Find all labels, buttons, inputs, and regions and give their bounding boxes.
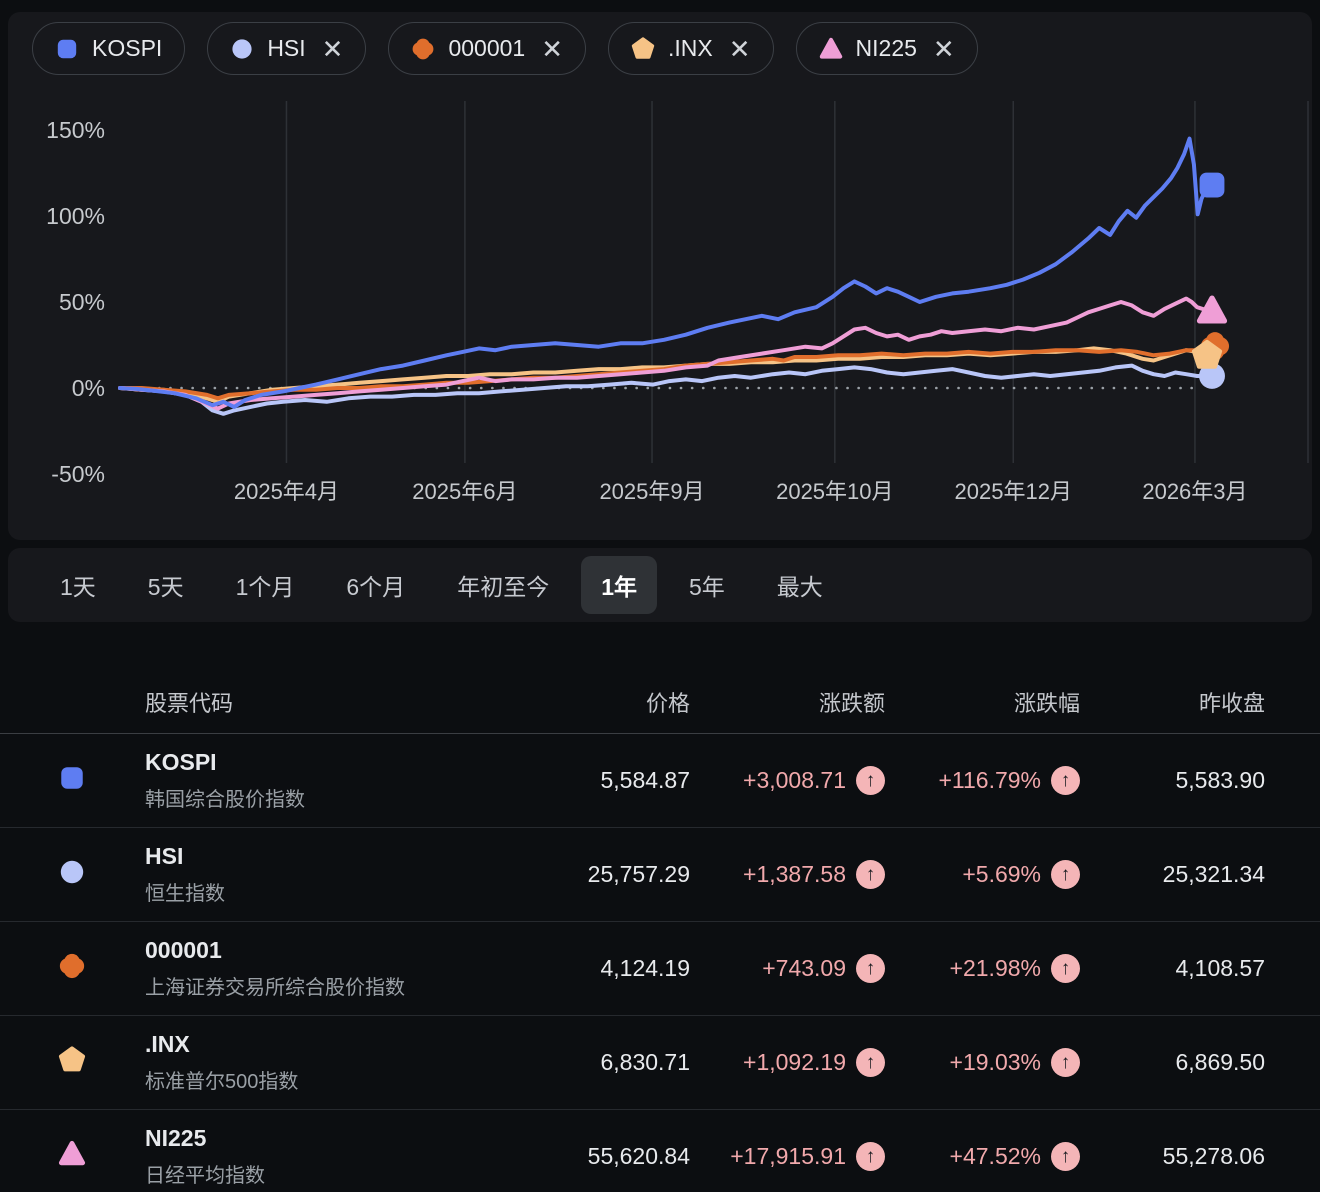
svg-text:2025年9月: 2025年9月 bbox=[599, 479, 704, 504]
header-price: 价格 bbox=[490, 686, 690, 718]
svg-text:150%: 150% bbox=[46, 117, 105, 143]
symbol: NI225 bbox=[145, 1125, 490, 1152]
range-tab-max[interactable]: 最大 bbox=[757, 556, 843, 614]
chip-ni225[interactable]: NI225 ✕ bbox=[796, 22, 978, 75]
change-cell: +1,092.19↑ bbox=[690, 1048, 885, 1077]
change-pct-cell: +47.52%↑ bbox=[885, 1142, 1080, 1171]
index-name: 恒生指数 bbox=[145, 877, 490, 906]
change-cell: +743.09↑ bbox=[690, 954, 885, 983]
table-row-hsi[interactable]: HSI 恒生指数 25,757.29 +1,387.58↑ +5.69%↑ 25,… bbox=[0, 828, 1320, 922]
symbol: .INX bbox=[145, 1031, 490, 1058]
change-cell: +17,915.91↑ bbox=[690, 1142, 885, 1171]
chip-000001[interactable]: 000001 ✕ bbox=[388, 22, 586, 75]
svg-text:50%: 50% bbox=[59, 289, 105, 315]
svg-text:2025年10月: 2025年10月 bbox=[776, 479, 893, 504]
range-tab-1d[interactable]: 1天 bbox=[40, 556, 116, 614]
chip-kospi[interactable]: KOSPI bbox=[32, 22, 185, 75]
remove-ni225-icon[interactable]: ✕ bbox=[933, 36, 955, 62]
up-arrow-icon: ↑ bbox=[1051, 1048, 1080, 1077]
price-cell: 55,620.84 bbox=[490, 1143, 690, 1170]
ni225-series-icon bbox=[58, 1140, 86, 1168]
remove-inx-icon[interactable]: ✕ bbox=[729, 36, 751, 62]
chip-hsi[interactable]: HSI ✕ bbox=[207, 22, 366, 75]
prev-close-cell: 55,278.06 bbox=[1080, 1143, 1265, 1170]
up-arrow-icon: ↑ bbox=[856, 954, 885, 983]
up-arrow-icon: ↑ bbox=[856, 766, 885, 795]
svg-text:100%: 100% bbox=[46, 203, 105, 229]
indices-table: 股票代码 价格 涨跌额 涨跌幅 昨收盘 KOSPI 韩国综合股价指数 5,584.… bbox=[0, 670, 1320, 1192]
price-cell: 6,830.71 bbox=[490, 1049, 690, 1076]
symbol: HSI bbox=[145, 843, 490, 870]
range-tab-5d[interactable]: 5天 bbox=[128, 556, 204, 614]
table-row-inx[interactable]: .INX 标准普尔500指数 6,830.71 +1,092.19↑ +19.03… bbox=[0, 1016, 1320, 1110]
kospi-series-icon bbox=[58, 764, 86, 792]
range-tab-1m[interactable]: 1个月 bbox=[216, 556, 315, 614]
change-cell: +3,008.71↑ bbox=[690, 766, 885, 795]
change-pct-cell: +116.79%↑ bbox=[885, 766, 1080, 795]
svg-text:2025年12月: 2025年12月 bbox=[955, 479, 1072, 504]
000001-series-icon bbox=[58, 952, 86, 980]
prev-close-cell: 6,869.50 bbox=[1080, 1049, 1265, 1076]
change-pct-cell: +19.03%↑ bbox=[885, 1048, 1080, 1077]
index-name: 标准普尔500指数 bbox=[145, 1065, 490, 1094]
remove-000001-icon[interactable]: ✕ bbox=[541, 36, 563, 62]
index-name: 日经平均指数 bbox=[145, 1159, 490, 1188]
change-cell: +1,387.58↑ bbox=[690, 860, 885, 889]
000001-series-icon bbox=[411, 37, 435, 61]
symbol: KOSPI bbox=[145, 749, 490, 776]
chip-label: .INX bbox=[668, 35, 713, 62]
hsi-series-icon bbox=[230, 37, 254, 61]
change-pct-cell: +5.69%↑ bbox=[885, 860, 1080, 889]
change-pct-cell: +21.98%↑ bbox=[885, 954, 1080, 983]
comparison-line-chart[interactable]: 2025年4月 2025年6月 2025年9月 2025年10月 2025年12月 202… bbox=[8, 95, 1312, 540]
table-row-kospi[interactable]: KOSPI 韩国综合股价指数 5,584.87 +3,008.71↑ +116.7… bbox=[0, 734, 1320, 828]
up-arrow-icon: ↑ bbox=[856, 860, 885, 889]
inx-series-icon bbox=[58, 1046, 86, 1074]
up-arrow-icon: ↑ bbox=[856, 1142, 885, 1171]
prev-close-cell: 25,321.34 bbox=[1080, 861, 1265, 888]
up-arrow-icon: ↑ bbox=[1051, 1142, 1080, 1171]
range-tab-1y[interactable]: 1年 bbox=[581, 556, 657, 614]
time-range-tabs: 1天 5天 1个月 6个月 年初至今 1年 5年 最大 bbox=[8, 548, 1312, 622]
up-arrow-icon: ↑ bbox=[1051, 766, 1080, 795]
chip-inx[interactable]: .INX ✕ bbox=[608, 22, 774, 75]
up-arrow-icon: ↑ bbox=[1051, 954, 1080, 983]
index-name: 上海证券交易所综合股价指数 bbox=[145, 971, 490, 1000]
index-chip-row: KOSPI HSI ✕ 000001 ✕ .INX ✕ NI225 ✕ bbox=[8, 12, 1312, 75]
inx-series-icon bbox=[631, 37, 655, 61]
price-cell: 5,584.87 bbox=[490, 767, 690, 794]
prev-close-cell: 4,108.57 bbox=[1080, 955, 1265, 982]
price-cell: 25,757.29 bbox=[490, 861, 690, 888]
chip-label: HSI bbox=[267, 35, 305, 62]
chip-label: KOSPI bbox=[92, 35, 162, 62]
index-name: 韩国综合股价指数 bbox=[145, 783, 490, 812]
chip-label: 000001 bbox=[448, 35, 525, 62]
svg-text:2025年6月: 2025年6月 bbox=[412, 479, 517, 504]
prev-close-cell: 5,583.90 bbox=[1080, 767, 1265, 794]
svg-text:2026年3月: 2026年3月 bbox=[1142, 479, 1247, 504]
header-change-pct: 涨跌幅 bbox=[885, 686, 1080, 718]
header-change: 涨跌额 bbox=[690, 686, 885, 718]
chip-label: NI225 bbox=[856, 35, 917, 62]
table-header: 股票代码 价格 涨跌额 涨跌幅 昨收盘 bbox=[0, 670, 1320, 734]
range-tab-5y[interactable]: 5年 bbox=[669, 556, 745, 614]
up-arrow-icon: ↑ bbox=[856, 1048, 885, 1077]
svg-text:2025年4月: 2025年4月 bbox=[234, 479, 339, 504]
svg-text:0%: 0% bbox=[72, 375, 105, 401]
kospi-series-icon bbox=[55, 37, 79, 61]
price-cell: 4,124.19 bbox=[490, 955, 690, 982]
header-prev-close: 昨收盘 bbox=[1080, 686, 1265, 718]
range-tab-6m[interactable]: 6个月 bbox=[326, 556, 425, 614]
hsi-series-icon bbox=[58, 858, 86, 886]
up-arrow-icon: ↑ bbox=[1051, 860, 1080, 889]
range-tab-ytd[interactable]: 年初至今 bbox=[437, 556, 569, 614]
table-row-ni225[interactable]: NI225 日经平均指数 55,620.84 +17,915.91↑ +47.52… bbox=[0, 1110, 1320, 1192]
header-symbol: 股票代码 bbox=[145, 686, 490, 718]
table-row-000001[interactable]: 000001 上海证券交易所综合股价指数 4,124.19 +743.09↑ +2… bbox=[0, 922, 1320, 1016]
symbol: 000001 bbox=[145, 937, 490, 964]
ni225-series-icon bbox=[819, 37, 843, 61]
comparison-chart-card: KOSPI HSI ✕ 000001 ✕ .INX ✕ NI225 ✕ 2025… bbox=[8, 12, 1312, 540]
remove-hsi-icon[interactable]: ✕ bbox=[322, 36, 344, 62]
svg-text:-50%: -50% bbox=[51, 461, 105, 487]
